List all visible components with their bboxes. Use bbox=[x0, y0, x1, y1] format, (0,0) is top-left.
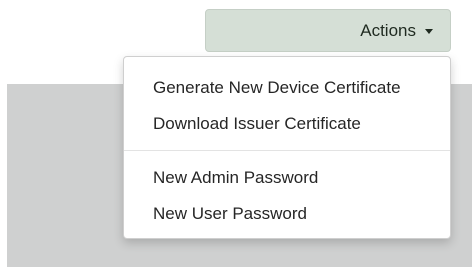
menu-item-download-issuer-certificate[interactable]: Download Issuer Certificate bbox=[124, 107, 450, 141]
caret-down-icon bbox=[425, 29, 433, 34]
menu-item-new-admin-password[interactable]: New Admin Password bbox=[124, 161, 450, 195]
menu-item-generate-device-certificate[interactable]: Generate New Device Certificate bbox=[124, 71, 450, 105]
menu-divider bbox=[124, 150, 450, 151]
actions-dropdown-button[interactable]: Actions bbox=[205, 9, 451, 52]
menu-item-label: Generate New Device Certificate bbox=[153, 78, 401, 97]
page: Actions Generate New Device Certificate … bbox=[0, 0, 472, 267]
menu-item-new-user-password[interactable]: New User Password bbox=[124, 197, 450, 231]
actions-dropdown-menu: Generate New Device Certificate Download… bbox=[123, 56, 451, 239]
actions-button-label: Actions bbox=[360, 20, 416, 40]
menu-item-label: New User Password bbox=[153, 204, 307, 223]
menu-item-label: New Admin Password bbox=[153, 168, 319, 187]
menu-item-label: Download Issuer Certificate bbox=[153, 114, 361, 133]
